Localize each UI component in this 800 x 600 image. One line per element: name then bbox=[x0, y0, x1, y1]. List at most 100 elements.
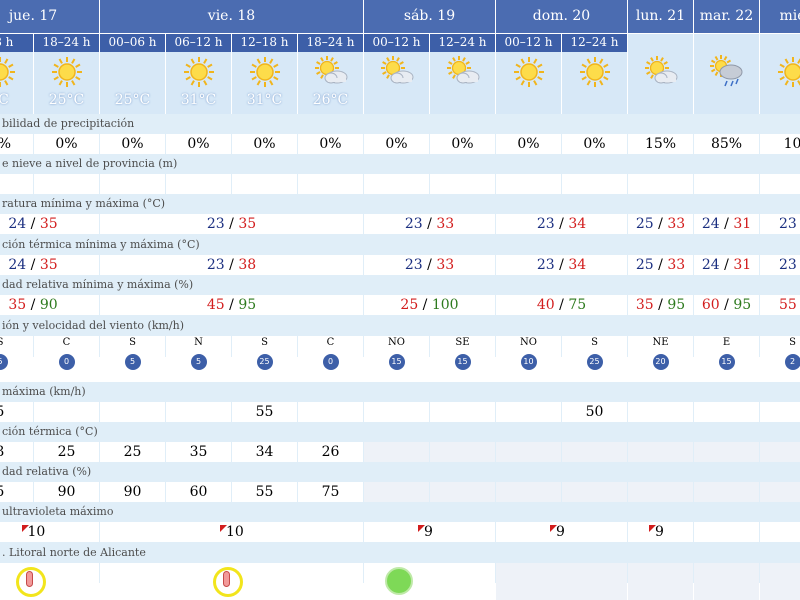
table-cell: 3 bbox=[0, 442, 33, 462]
sun-icon bbox=[47, 54, 87, 90]
table-cell: 34 bbox=[232, 442, 297, 462]
period-label: 00–12 h bbox=[364, 34, 429, 52]
table-cell bbox=[100, 174, 165, 194]
table-cell: 60 bbox=[166, 482, 231, 502]
wind-speed-badge: 5 bbox=[0, 354, 8, 370]
separator: / bbox=[554, 257, 569, 273]
warning-cell bbox=[100, 563, 363, 600]
table-cell: 0% bbox=[232, 134, 297, 154]
table-cell bbox=[430, 402, 495, 422]
min-value: 24 bbox=[8, 257, 27, 273]
max-value: 95 bbox=[733, 297, 752, 313]
day-header[interactable]: dom. 20 bbox=[496, 0, 627, 33]
table-cell: 5 bbox=[0, 402, 33, 422]
min-value: 55 bbox=[779, 297, 797, 313]
period-label: 12–24 h bbox=[562, 34, 627, 52]
table-cell bbox=[694, 482, 759, 502]
separator: / bbox=[653, 297, 668, 313]
minmax-cell: 23 / 34 bbox=[496, 255, 627, 275]
table-cell: 0% bbox=[298, 134, 363, 154]
table-cell bbox=[562, 174, 627, 194]
heat-warning-icon[interactable] bbox=[213, 567, 243, 597]
table-cell bbox=[364, 442, 429, 462]
minmax-cell: 23 / bbox=[760, 255, 800, 275]
no-warning-icon[interactable] bbox=[385, 567, 413, 595]
period-label: 06–12 h bbox=[166, 34, 231, 52]
max-value: 34 bbox=[568, 257, 587, 273]
period-label: 00–06 h bbox=[100, 34, 165, 52]
min-value: 24 bbox=[701, 216, 720, 232]
sun-icon bbox=[245, 54, 285, 90]
table-cell bbox=[430, 482, 495, 502]
min-value: 23 bbox=[404, 257, 423, 273]
min-value: 23 bbox=[404, 216, 423, 232]
period-label: 18–24 h bbox=[34, 34, 99, 52]
separator: / bbox=[719, 216, 734, 232]
warning-cell bbox=[496, 563, 627, 600]
forecast-period bbox=[562, 52, 627, 114]
forecast-period bbox=[694, 52, 759, 114]
wind-direction: S bbox=[789, 337, 796, 348]
separator: / bbox=[554, 216, 569, 232]
minmax-cell: 35 / 90 bbox=[0, 295, 99, 315]
wind-speed-badge: 0 bbox=[58, 354, 75, 370]
row-label-temp: ratura mínima y máxima (°C) bbox=[0, 194, 800, 214]
uv-cell: 9 bbox=[496, 522, 627, 542]
table-cell bbox=[496, 402, 561, 422]
minmax-cell: 55 / bbox=[760, 295, 800, 315]
wind-speed-badge: 5 bbox=[190, 354, 207, 370]
period-temperature: 26°C bbox=[312, 92, 349, 108]
uv-cell: 10 bbox=[100, 522, 363, 542]
table-cell: 10 bbox=[760, 134, 800, 154]
day-header[interactable]: lun. 21 bbox=[628, 0, 693, 33]
moon-icon bbox=[113, 54, 153, 90]
wind-direction: NE bbox=[652, 337, 669, 348]
minmax-cell: 24 / 31 bbox=[694, 255, 759, 275]
table-cell: 26 bbox=[298, 442, 363, 462]
day-header[interactable]: vie. 18 bbox=[100, 0, 363, 33]
uv-value: 10 bbox=[226, 524, 244, 540]
sun-cloud-icon bbox=[443, 54, 483, 90]
max-value: 31 bbox=[733, 216, 752, 232]
table-cell: 15% bbox=[628, 134, 693, 154]
day-header[interactable]: mié bbox=[760, 0, 800, 33]
wind-cell: S 25 bbox=[562, 336, 627, 380]
table-cell bbox=[628, 174, 693, 194]
table-cell: 55 bbox=[232, 402, 297, 422]
minmax-cell: 35 / 95 bbox=[628, 295, 693, 315]
day-header[interactable]: mar. 22 bbox=[694, 0, 759, 33]
minmax-cell: 23 / 38 bbox=[100, 255, 363, 275]
table-cell bbox=[496, 482, 561, 502]
table-cell: 0% bbox=[496, 134, 561, 154]
separator: / bbox=[554, 297, 569, 313]
table-cell bbox=[694, 174, 759, 194]
wind-cell: S 25 bbox=[232, 336, 297, 380]
warning-cell bbox=[628, 563, 693, 600]
sun-cloud-icon bbox=[311, 54, 351, 90]
forecast-period bbox=[430, 52, 495, 114]
min-value: 45 bbox=[206, 297, 225, 313]
table-cell bbox=[34, 402, 99, 422]
table-cell: 75 bbox=[298, 482, 363, 502]
min-value: 60 bbox=[701, 297, 720, 313]
uv-value: 9 bbox=[424, 524, 433, 540]
forecast-period: 26°C bbox=[298, 52, 363, 114]
min-value: 23 bbox=[206, 257, 225, 273]
uv-value: 9 bbox=[556, 524, 565, 540]
min-value: 40 bbox=[536, 297, 555, 313]
table-cell bbox=[760, 402, 800, 422]
period-label: 12–24 h bbox=[430, 34, 495, 52]
min-value: 35 bbox=[635, 297, 654, 313]
forecast-period bbox=[496, 52, 561, 114]
day-header[interactable]: jue. 17 bbox=[0, 0, 99, 33]
max-value: 33 bbox=[436, 216, 455, 232]
heat-warning-icon[interactable] bbox=[16, 567, 46, 597]
forecast-period: 31°C bbox=[166, 52, 231, 114]
table-cell: 90 bbox=[34, 482, 99, 502]
table-cell bbox=[430, 174, 495, 194]
row-label-precip: bilidad de precipitación bbox=[0, 114, 800, 134]
day-header[interactable]: sáb. 19 bbox=[364, 0, 495, 33]
minmax-cell: 24 / 35 bbox=[0, 214, 99, 234]
minmax-cell: 23 / 34 bbox=[496, 214, 627, 234]
table-cell bbox=[760, 174, 800, 194]
